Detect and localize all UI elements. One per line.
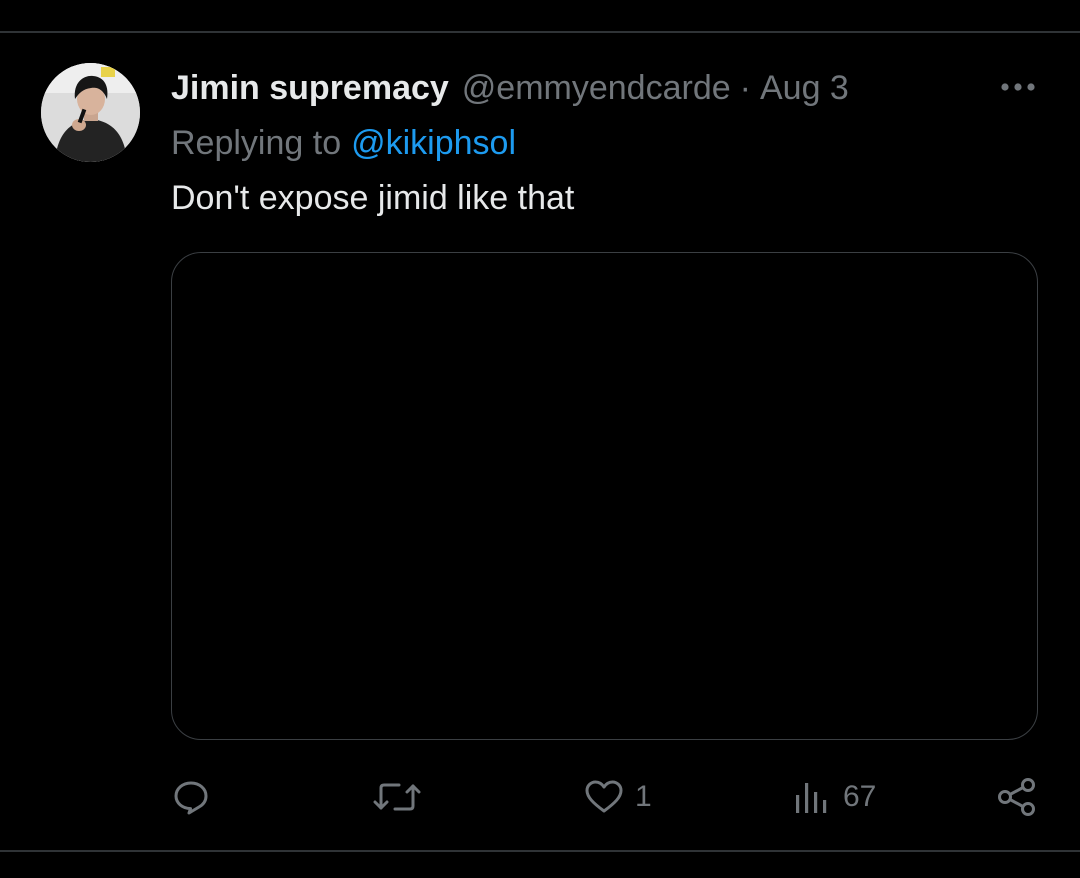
heart-icon [583, 778, 625, 816]
tweet-header: Jimin supremacy @emmyendcarde · Aug 3 [171, 66, 849, 110]
views-count: 67 [843, 780, 877, 813]
top-divider [0, 31, 1080, 33]
reply-button[interactable] [172, 772, 210, 822]
retweet-button[interactable] [372, 772, 422, 822]
separator-dot: · [739, 68, 751, 107]
share-icon [997, 777, 1037, 817]
replying-to-line: Replying to @kikiphsol [171, 121, 516, 165]
tweet-page: Jimin supremacy @emmyendcarde · Aug 3 Re… [0, 0, 1080, 878]
tweet-text: Don't expose jimid like that [171, 178, 575, 217]
more-dots-icon [1000, 79, 1036, 97]
more-options-button[interactable] [995, 72, 1041, 104]
replying-to-handle[interactable]: @kikiphsol [351, 124, 516, 163]
views-button[interactable]: 67 [793, 772, 876, 822]
display-name[interactable]: Jimin supremacy [171, 69, 449, 108]
share-button[interactable] [997, 772, 1037, 822]
reply-bubble-icon [172, 778, 210, 816]
media-attachment[interactable] [171, 252, 1038, 740]
like-button[interactable]: 1 [583, 772, 652, 822]
retweet-icon [372, 778, 422, 816]
like-count: 1 [635, 780, 652, 813]
avatar[interactable] [41, 63, 140, 162]
replying-to-label: Replying to [171, 123, 342, 162]
views-bars-icon [793, 778, 833, 816]
tweet-date[interactable]: Aug 3 [760, 69, 849, 108]
bottom-divider [0, 850, 1080, 852]
user-handle[interactable]: @emmyendcarde [462, 69, 731, 108]
